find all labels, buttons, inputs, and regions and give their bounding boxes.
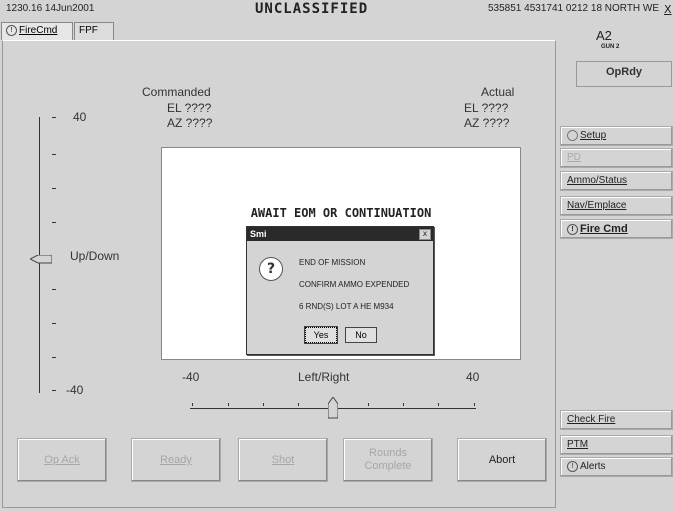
tab-fpf[interactable]: FPF bbox=[74, 22, 114, 40]
dialog-close-button[interactable]: x bbox=[419, 229, 431, 240]
commanded-title: Commanded bbox=[142, 85, 211, 99]
v-tick bbox=[52, 289, 56, 290]
dialog-line-1: END OF MISSION bbox=[299, 258, 366, 267]
menu-nav-label: Nav/Emplace bbox=[567, 200, 627, 211]
h-tick bbox=[438, 403, 439, 406]
rounds-complete-label-1: Rounds bbox=[369, 447, 407, 459]
classification-banner: UNCLASSIFIED bbox=[255, 1, 369, 17]
op-ack-label: Op Ack bbox=[44, 454, 80, 466]
commanded-az: AZ ???? bbox=[167, 116, 213, 130]
actual-el: EL ???? bbox=[464, 101, 509, 115]
h-tick bbox=[192, 403, 193, 406]
abort-label: Abort bbox=[488, 454, 516, 466]
slider-thumb-icon bbox=[28, 254, 53, 264]
v-tick bbox=[52, 154, 56, 155]
h-tick bbox=[228, 403, 229, 406]
question-icon: ? bbox=[259, 257, 283, 281]
no-entry-icon bbox=[567, 129, 578, 141]
v-tick bbox=[52, 323, 56, 324]
v-tick bbox=[52, 188, 56, 189]
tab-firecmd-label: FireCmd bbox=[19, 25, 58, 37]
rounds-complete-label-2: Complete bbox=[364, 460, 412, 472]
left-right-label: Left/Right bbox=[298, 370, 350, 384]
status-bar: 1230.16 14Jun2001 UNCLASSIFIED 535851 45… bbox=[0, 0, 673, 20]
menu-alerts[interactable]: ! Alerts bbox=[560, 457, 673, 477]
rounds-complete-button[interactable]: Rounds Complete bbox=[343, 438, 433, 482]
menu-fire-cmd-label: Fire Cmd bbox=[580, 223, 628, 235]
status-message: AWAIT EOM OR CONTINUATION bbox=[250, 206, 432, 220]
up-down-min: -40 bbox=[66, 383, 84, 397]
menu-pd[interactable]: PD bbox=[560, 148, 673, 168]
menu-ammo-status[interactable]: Ammo/Status bbox=[560, 171, 673, 191]
up-down-max: 40 bbox=[73, 110, 87, 124]
alert-icon: ! bbox=[567, 223, 578, 235]
menu-pd-label: PD bbox=[567, 152, 581, 163]
v-tick bbox=[52, 357, 56, 358]
yes-button[interactable]: Yes bbox=[304, 326, 338, 344]
tab-firecmd[interactable]: ! FireCmd bbox=[1, 22, 73, 40]
op-ack-button[interactable]: Op Ack bbox=[17, 438, 107, 482]
up-down-slider-thumb[interactable] bbox=[28, 249, 53, 264]
shot-label: Shot bbox=[271, 454, 295, 466]
gun-id: A2 bbox=[596, 28, 612, 43]
datetime: 1230.16 14Jun2001 bbox=[6, 3, 95, 14]
alert-icon: ! bbox=[567, 460, 578, 472]
dialog-title: Smi bbox=[247, 227, 433, 241]
dialog-line-2: CONFIRM AMMO EXPENDED bbox=[299, 280, 410, 289]
operational-status: OpRdy bbox=[576, 61, 672, 87]
abort-button[interactable]: Abort bbox=[457, 438, 547, 482]
menu-setup-label: Setup bbox=[580, 130, 607, 141]
menu-ptm[interactable]: PTM bbox=[560, 435, 673, 455]
h-tick bbox=[368, 403, 369, 406]
left-right-min: -40 bbox=[182, 370, 200, 384]
menu-check-fire[interactable]: Check Fire bbox=[560, 410, 673, 430]
up-down-label: Up/Down bbox=[70, 249, 120, 263]
ready-button[interactable]: Ready bbox=[131, 438, 221, 482]
v-tick bbox=[52, 222, 56, 223]
menu-nav-emplace[interactable]: Nav/Emplace bbox=[560, 196, 673, 216]
actual-az: AZ ???? bbox=[464, 116, 510, 130]
menu-fire-cmd[interactable]: ! Fire Cmd bbox=[560, 219, 673, 239]
no-button[interactable]: No bbox=[345, 327, 377, 343]
menu-setup[interactable]: Setup bbox=[560, 126, 673, 146]
shot-button[interactable]: Shot bbox=[238, 438, 328, 482]
gun-sub-label: GUN 2 bbox=[601, 44, 620, 50]
ready-label: Ready bbox=[160, 454, 192, 466]
end-of-mission-dialog: Smi x ? END OF MISSION CONFIRM AMMO EXPE… bbox=[246, 226, 434, 355]
slider-thumb-icon bbox=[327, 396, 339, 419]
v-tick bbox=[52, 117, 56, 118]
menu-ptm-label: PTM bbox=[567, 439, 589, 450]
menu-check-fire-label: Check Fire bbox=[567, 414, 616, 425]
alert-icon: ! bbox=[6, 25, 17, 36]
h-tick bbox=[474, 403, 475, 406]
grid-location: 535851 4531741 0212 18 NORTH WE bbox=[488, 3, 660, 14]
commanded-el: EL ???? bbox=[167, 101, 212, 115]
h-tick bbox=[298, 403, 299, 406]
v-tick bbox=[52, 390, 56, 391]
close-button[interactable]: X bbox=[664, 3, 672, 16]
h-tick bbox=[403, 403, 404, 406]
dialog-line-3: 6 RND(S) LOT A HE M934 bbox=[299, 302, 394, 311]
left-right-max: 40 bbox=[466, 370, 480, 384]
left-right-slider-thumb[interactable] bbox=[327, 396, 339, 419]
tab-fpf-label: FPF bbox=[79, 25, 98, 36]
actual-title: Actual bbox=[481, 85, 515, 99]
menu-ammo-label: Ammo/Status bbox=[567, 175, 628, 186]
menu-alerts-label: Alerts bbox=[580, 461, 606, 472]
h-tick bbox=[263, 403, 264, 406]
